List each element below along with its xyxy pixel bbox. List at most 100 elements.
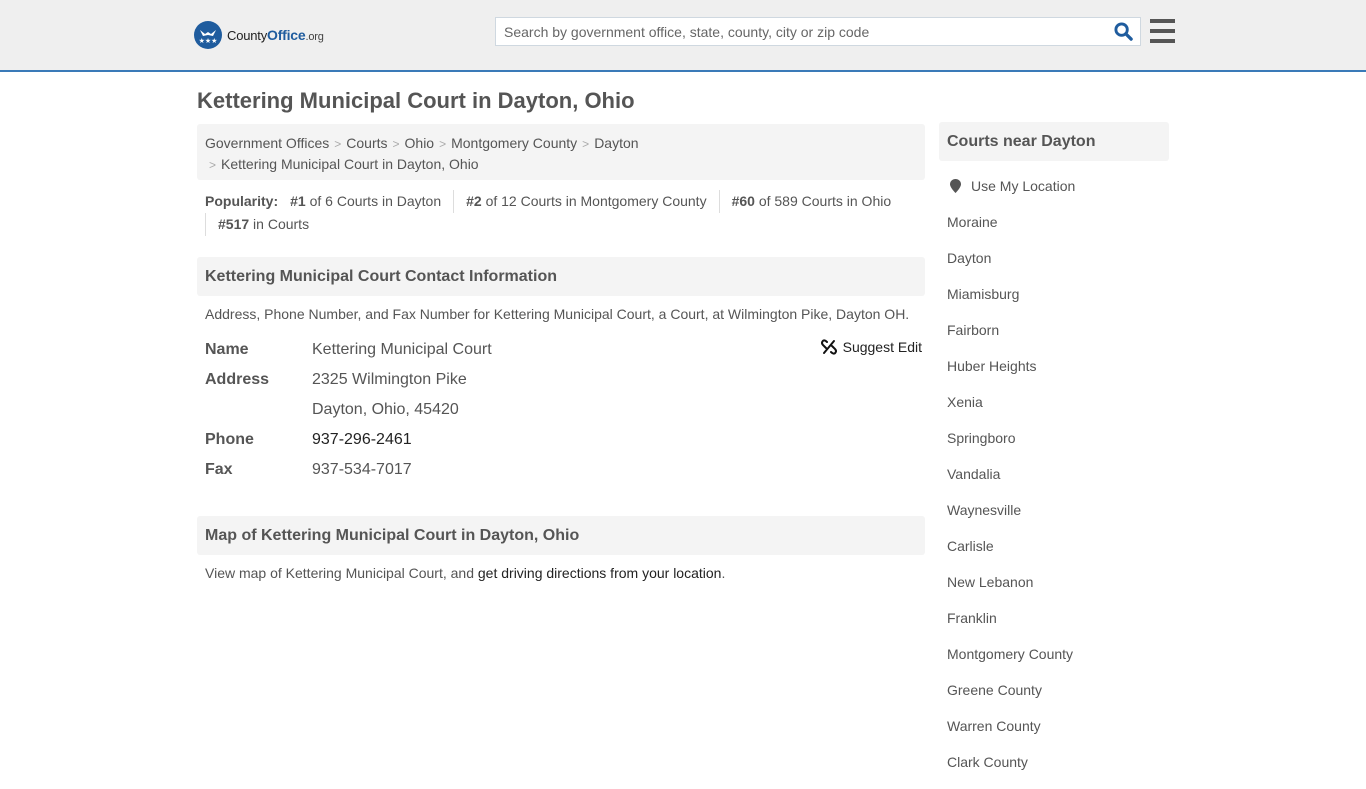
menu-bar <box>1150 39 1175 43</box>
phone-label: Phone <box>205 431 254 448</box>
list-item: Carlisle <box>947 537 1169 573</box>
search-button[interactable] <box>1106 18 1140 45</box>
list-item: Xenia <box>947 393 1169 429</box>
nearby-court-link[interactable]: New Lebanon <box>947 574 1033 590</box>
list-item: Dayton <box>947 249 1169 285</box>
nearby-courts-list: Use My Location Moraine Dayton Miamisbur… <box>939 177 1169 789</box>
search-icon <box>1113 22 1133 41</box>
suggest-edit-link[interactable]: Suggest Edit <box>843 339 922 355</box>
nearby-court-link[interactable]: Montgomery County <box>947 646 1073 662</box>
rank-value: #1 <box>290 193 306 209</box>
map-description: View map of Kettering Municipal Court, a… <box>205 565 725 581</box>
broken-link-icon <box>820 339 837 355</box>
breadcrumb-separator: > <box>392 137 400 151</box>
list-item: Greene County <box>947 681 1169 717</box>
list-item: Franklin <box>947 609 1169 645</box>
breadcrumb: Government Offices > Courts > Ohio > Montgomer… <box>197 124 925 180</box>
breadcrumb-ohio[interactable]: Ohio <box>405 135 435 151</box>
breadcrumb-line-1: Government Offices > Courts > Ohio > Montgomer… <box>205 133 917 154</box>
breadcrumb-separator: > <box>334 137 342 151</box>
breadcrumb-separator: > <box>209 158 217 172</box>
popularity-rank-state: #60 of 589 Courts in Ohio <box>718 190 904 213</box>
phone-link[interactable]: 937-296-2461 <box>312 431 412 448</box>
contact-row-phone: Phone 937-296-2461 <box>205 425 925 455</box>
rank-text: in Courts <box>253 216 310 232</box>
eagle-logo-icon: ★★★ <box>194 21 222 49</box>
address-label: Address <box>205 371 270 388</box>
popularity-rank-county: #2 of 12 Courts in Montgomery County <box>453 190 718 213</box>
nearby-court-link[interactable]: Springboro <box>947 430 1016 446</box>
rank-text: of 589 Courts in Ohio <box>758 193 892 209</box>
nearby-court-link[interactable]: Carlisle <box>947 538 994 554</box>
use-location-item: Use My Location <box>947 177 1169 213</box>
list-item: Fairborn <box>947 321 1169 357</box>
site-header: ★★★ CountyOffice.org <box>0 0 1366 72</box>
address-line-1: 2325 Wilmington Pike <box>312 371 467 388</box>
list-item: New Lebanon <box>947 573 1169 609</box>
menu-bar <box>1150 19 1175 23</box>
name-value: Kettering Municipal Court <box>312 341 492 358</box>
site-logo[interactable]: ★★★ CountyOffice.org <box>194 20 324 50</box>
popularity-rank-overall: #517 in Courts <box>205 213 321 236</box>
nearby-court-link[interactable]: Huber Heights <box>947 358 1037 374</box>
menu-bar <box>1150 29 1175 33</box>
popularity-label: Popularity: <box>205 193 279 209</box>
search-input[interactable] <box>496 18 1106 45</box>
hamburger-menu-button[interactable] <box>1150 19 1175 43</box>
breadcrumb-separator: > <box>582 137 590 151</box>
fax-value: 937-534-7017 <box>312 461 412 478</box>
page-title: Kettering Municipal Court in Dayton, Ohi… <box>197 88 635 113</box>
list-item: Vandalia <box>947 465 1169 501</box>
contact-section-heading: Kettering Municipal Court Contact Inform… <box>197 257 925 296</box>
popularity-rank-city: #1 of 6 Courts in Dayton <box>278 190 453 213</box>
breadcrumb-montgomery-county[interactable]: Montgomery County <box>451 135 577 151</box>
list-item: Miamisburg <box>947 285 1169 321</box>
name-label: Name <box>205 341 249 358</box>
breadcrumb-government-offices[interactable]: Government Offices <box>205 135 329 151</box>
use-my-location-link[interactable]: Use My Location <box>971 177 1075 195</box>
nearby-court-link[interactable]: Warren County <box>947 718 1041 734</box>
sidebar: Courts near Dayton Use My Location Morai… <box>939 122 1169 789</box>
rank-value: #60 <box>731 193 755 209</box>
list-item: Huber Heights <box>947 357 1169 393</box>
contact-row-fax: Fax 937-534-7017 <box>205 455 925 485</box>
map-pin-icon <box>950 179 961 193</box>
search-box <box>495 17 1141 46</box>
nearby-court-link[interactable]: Vandalia <box>947 466 1000 482</box>
suggest-edit: Suggest Edit <box>820 339 922 355</box>
main-content: Government Offices > Courts > Ohio > Montgomer… <box>197 124 925 581</box>
breadcrumb-line-2: > Kettering Municipal Court in Dayton, Oh… <box>205 154 917 175</box>
logo-suffix: .org <box>305 31 324 43</box>
list-item: Waynesville <box>947 501 1169 537</box>
nearby-court-link[interactable]: Xenia <box>947 394 983 410</box>
logo-text: CountyOffice.org <box>227 27 324 43</box>
list-item: Moraine <box>947 213 1169 249</box>
nearby-court-link[interactable]: Franklin <box>947 610 997 626</box>
breadcrumb-current: Kettering Municipal Court in Dayton, Ohi… <box>221 156 479 172</box>
nearby-court-link[interactable]: Miamisburg <box>947 286 1019 302</box>
popularity: Popularity: #1 of 6 Courts in Dayton #2 of… <box>197 190 925 236</box>
nearby-court-link[interactable]: Waynesville <box>947 502 1021 518</box>
nearby-court-link[interactable]: Moraine <box>947 214 998 230</box>
contact-row-address: Address 2325 Wilmington Pike <box>205 365 925 395</box>
rank-text: of 12 Courts in Montgomery County <box>485 193 707 209</box>
map-section-heading: Map of Kettering Municipal Court in Dayt… <box>197 516 925 555</box>
popularity-row-2: #517 in Courts <box>205 213 925 236</box>
nearby-court-link[interactable]: Dayton <box>947 250 991 266</box>
list-item: Montgomery County <box>947 645 1169 681</box>
breadcrumb-courts[interactable]: Courts <box>346 135 387 151</box>
map-desc-suffix: . <box>721 565 726 581</box>
list-item: Warren County <box>947 717 1169 753</box>
contact-row-name: Name Kettering Municipal Court <box>205 335 925 365</box>
rank-value: #517 <box>218 216 250 232</box>
contact-table: Suggest Edit Name Kettering Municipal Co… <box>205 335 925 485</box>
nearby-court-link[interactable]: Greene County <box>947 682 1042 698</box>
logo-prefix: County <box>227 28 267 43</box>
logo-brand: Office <box>267 27 306 43</box>
address-line-2: Dayton, Ohio, 45420 <box>312 401 459 418</box>
rank-value: #2 <box>466 193 482 209</box>
driving-directions-link[interactable]: get driving directions from your locatio… <box>478 565 722 581</box>
breadcrumb-dayton[interactable]: Dayton <box>594 135 638 151</box>
sidebar-heading: Courts near Dayton <box>939 122 1169 161</box>
nearby-court-link[interactable]: Fairborn <box>947 322 999 338</box>
